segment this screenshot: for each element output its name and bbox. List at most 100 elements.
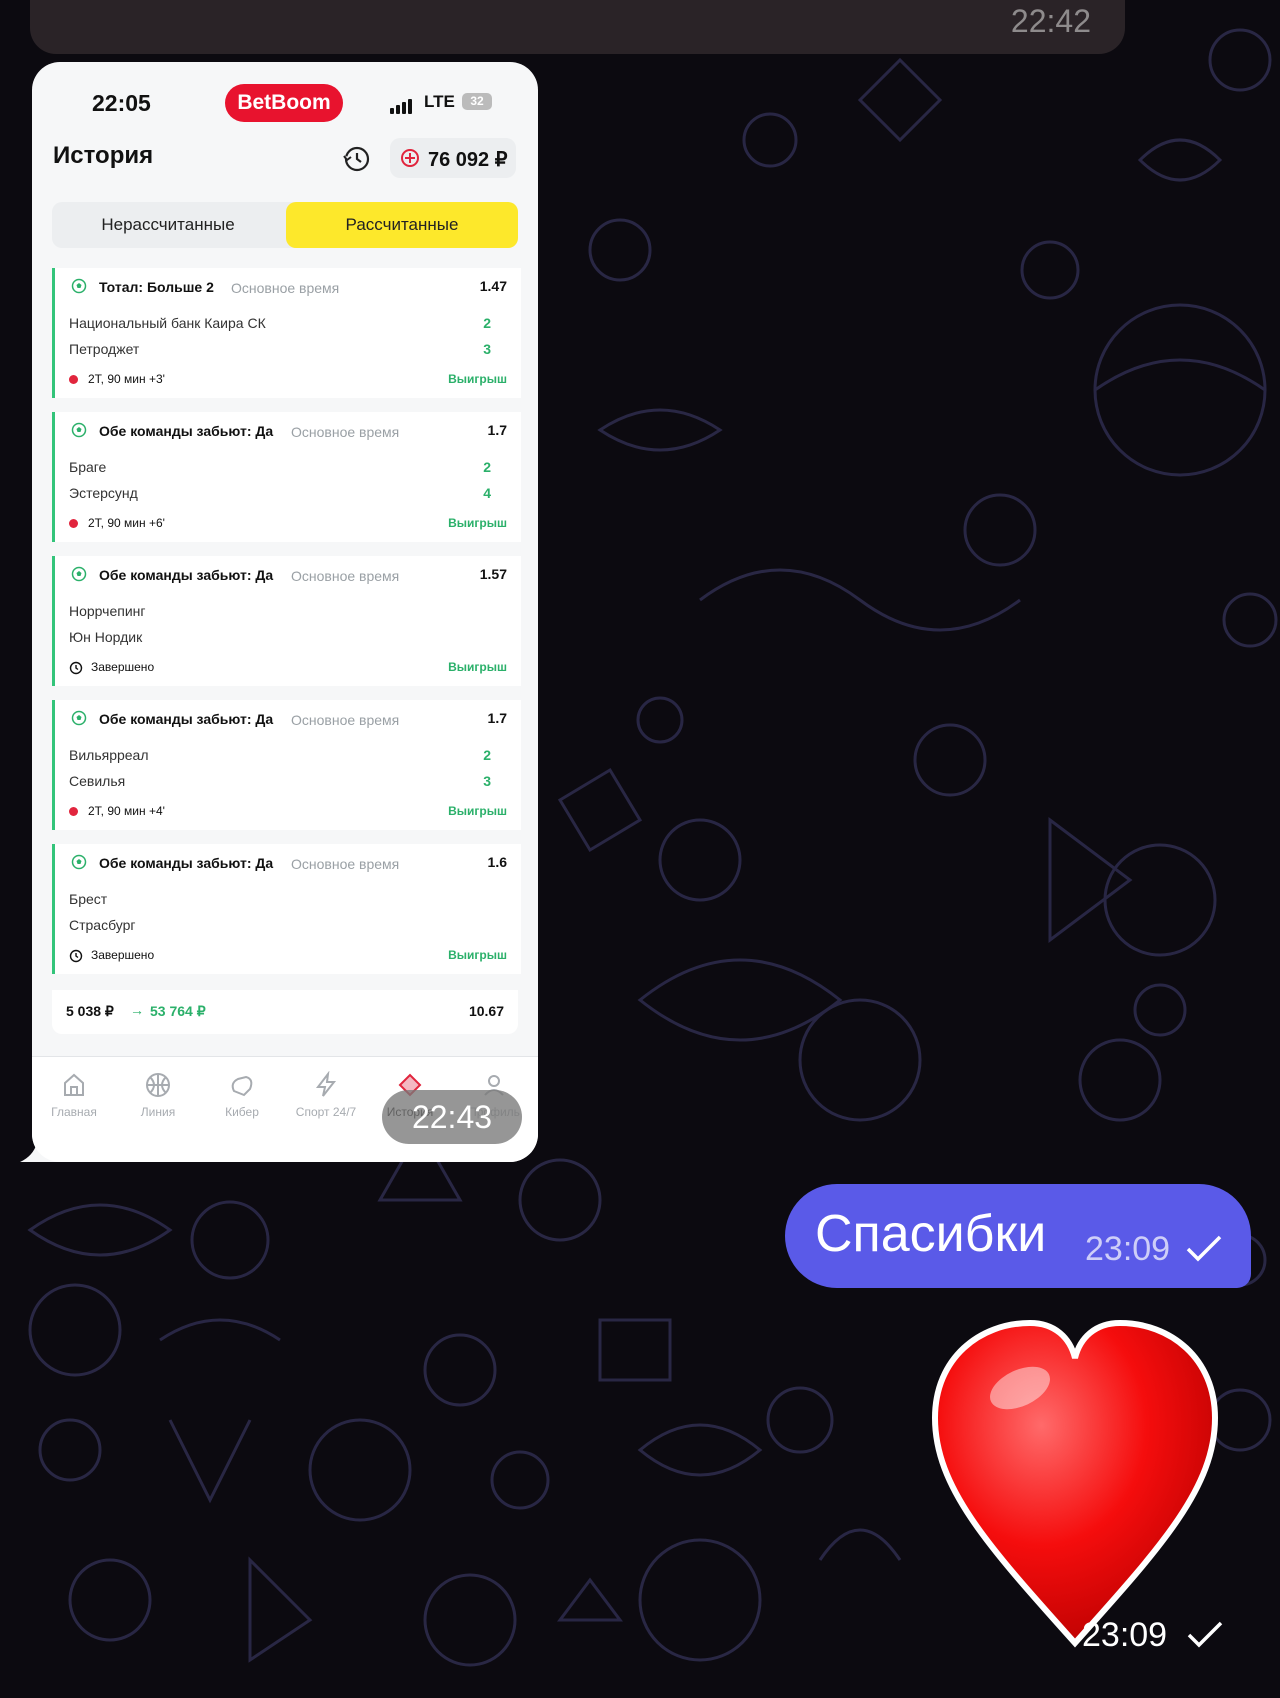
live-dot-icon <box>69 807 78 817</box>
previous-message-bubble[interactable]: 22:42 <box>30 0 1125 54</box>
bet-coefficient: 1.47 <box>479 278 507 294</box>
screenshot-time-badge: 22:43 <box>382 1090 522 1144</box>
battery-icon: 32 <box>462 93 492 110</box>
message-time: 23:09 <box>1085 1230 1171 1268</box>
score-away: 3 <box>483 341 491 357</box>
nav-sport247[interactable]: Спорт 24/7 <box>284 1071 368 1119</box>
match-status: 2Т, 90 мин +6' <box>69 516 165 530</box>
bet-tabs: Нерассчитанные Рассчитанные <box>52 202 518 248</box>
betting-screenshot[interactable]: 22:05 BetBoom LTE 32 История 76 092 ₽ Не… <box>32 62 538 1162</box>
match-status-text: Завершено <box>91 660 155 674</box>
tab-settled[interactable]: Рассчитанные <box>286 202 518 248</box>
phone-status-bar: 22:05 BetBoom LTE 32 <box>32 84 538 128</box>
bet-period: Основное время <box>291 712 400 728</box>
match-status: 2Т, 90 мин +4' <box>69 804 165 818</box>
match-status-text: 2Т, 90 мин +3' <box>88 372 165 386</box>
score-home: 2 <box>483 459 491 475</box>
bet-coefficient: 1.6 <box>487 854 507 870</box>
message-text: Спасибки <box>815 1205 1047 1263</box>
bet-period: Основное время <box>291 424 400 440</box>
sticker-time: 23:09 <box>1082 1616 1168 1654</box>
clock-icon <box>69 661 83 675</box>
bet-card[interactable]: Тотал: Больше 2 Основное время 1.47 Национа… <box>52 268 521 398</box>
tab-unsettled[interactable]: Нерассчитанные <box>52 202 284 248</box>
message-time: 22:42 <box>1010 3 1091 39</box>
match-status: Завершено <box>69 948 154 963</box>
signal-icon <box>390 96 414 114</box>
team-home: Браге <box>69 459 107 475</box>
bet-market: Тотал: Больше 2 <box>99 279 214 295</box>
soccer-ball-icon <box>71 854 87 870</box>
bet-card[interactable]: Обе команды забьют: Да Основное время 1.7 Б… <box>52 412 521 542</box>
bet-period: Основное время <box>291 568 400 584</box>
match-status-text: 2Т, 90 мин +4' <box>88 804 165 818</box>
score-home: 2 <box>483 747 491 763</box>
nav-label: Линия <box>140 1105 176 1119</box>
bet-result: Выигрыш <box>448 948 507 962</box>
team-away: Страсбург <box>69 917 136 933</box>
balance-badge[interactable]: 76 092 ₽ <box>390 138 516 178</box>
express-total: 5 038 ₽ → 53 764 ₽ 10.67 <box>52 990 518 1034</box>
plus-circle-icon <box>401 149 419 167</box>
match-status: Завершено <box>69 660 154 675</box>
score-away: 3 <box>483 773 491 789</box>
live-dot-icon <box>69 375 78 385</box>
nav-label: Главная <box>51 1105 97 1119</box>
bet-card[interactable]: Обе команды забьют: Да Основное время 1.7 В… <box>52 700 521 830</box>
total-coefficient: 10.67 <box>468 1003 504 1019</box>
nav-cyber[interactable]: Кибер <box>200 1071 284 1119</box>
balance-amount: 76 092 ₽ <box>428 149 508 171</box>
match-status-text: Завершено <box>91 948 155 962</box>
outgoing-message-bubble[interactable]: Спасибки 23:09 <box>785 1184 1251 1288</box>
soccer-ball-icon <box>71 422 87 438</box>
team-home: Норрчепинг <box>69 603 146 619</box>
stake-amount: 5 038 ₽ <box>66 1003 114 1019</box>
team-home: Брест <box>69 891 108 907</box>
score-home: 2 <box>483 315 491 331</box>
nav-label: Спорт 24/7 <box>295 1105 357 1119</box>
betboom-logo: BetBoom <box>225 84 343 122</box>
team-away: Севилья <box>69 773 126 789</box>
bet-period: Основное время <box>291 856 400 872</box>
bet-market: Обе команды забьют: Да <box>99 567 274 583</box>
team-home: Вильярреал <box>69 747 149 763</box>
heart-sticker[interactable] <box>930 1318 1220 1648</box>
soccer-ball-icon <box>71 278 87 294</box>
bet-coefficient: 1.7 <box>487 422 507 438</box>
bet-market: Обе команды забьют: Да <box>99 711 274 727</box>
clock-icon <box>69 949 83 963</box>
bet-market: Обе команды забьют: Да <box>99 855 274 871</box>
lightning-icon <box>315 1071 337 1097</box>
bet-card[interactable]: Обе команды забьют: Да Основное время 1.6 Б… <box>52 844 521 974</box>
score-away: 4 <box>483 485 491 501</box>
bet-result: Выигрыш <box>448 372 507 386</box>
bet-market: Обе команды забьют: Да <box>99 423 274 439</box>
basketball-icon <box>146 1073 170 1097</box>
team-away: Юн Нордик <box>69 629 143 645</box>
checkmark-icon <box>1186 1235 1222 1262</box>
nav-line[interactable]: Линия <box>116 1071 200 1119</box>
phone-clock: 22:05 <box>92 90 151 116</box>
soccer-ball-icon <box>71 710 87 726</box>
live-dot-icon <box>69 519 78 529</box>
team-home: Национальный банк Каира СК <box>69 315 266 331</box>
checkmark-icon <box>1187 1621 1223 1648</box>
page-title: История <box>53 142 154 169</box>
bet-result: Выигрыш <box>448 804 507 818</box>
bet-coefficient: 1.57 <box>479 566 507 582</box>
nav-label: Кибер <box>225 1105 259 1119</box>
bet-period: Основное время <box>231 280 340 296</box>
gamepad-icon <box>231 1075 253 1097</box>
match-status: 2Т, 90 мин +3' <box>69 372 165 386</box>
win-amount: 53 764 ₽ <box>150 1003 206 1019</box>
bet-coefficient: 1.7 <box>487 710 507 726</box>
bet-result: Выигрыш <box>448 516 507 530</box>
nav-home[interactable]: Главная <box>32 1071 116 1119</box>
history-icon[interactable] <box>341 144 371 174</box>
bet-card[interactable]: Обе команды забьют: Да Основное время 1.57… <box>52 556 521 686</box>
team-away: Эстерсунд <box>69 485 138 501</box>
soccer-ball-icon <box>71 566 87 582</box>
network-type: LTE <box>424 92 455 111</box>
match-status-text: 2Т, 90 мин +6' <box>88 516 165 530</box>
arrow-right-icon: → <box>130 1002 144 1018</box>
